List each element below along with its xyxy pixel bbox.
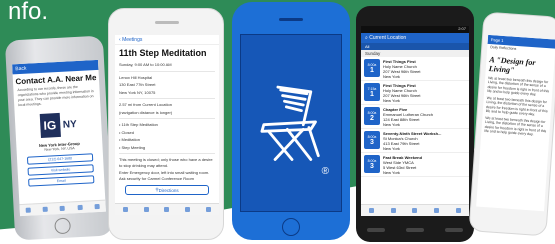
filter-bar[interactable]: All xyxy=(361,43,469,50)
banner-heading: nfo. xyxy=(8,0,49,25)
call-button[interactable]: (212) 647-1680 xyxy=(26,153,94,165)
meeting-title: 11th Step Meditation xyxy=(119,48,207,58)
intergroup-logo: IG NY xyxy=(28,108,89,141)
screen: Back Contact A.A. Near Me According to o… xyxy=(12,59,106,217)
tab-bar xyxy=(19,199,106,217)
tab-meetings[interactable] xyxy=(25,207,31,213)
meeting-tag: • Step Meeting xyxy=(119,144,146,150)
meeting-info: Fast Break Weekend West Side YMCA 5 West… xyxy=(383,155,423,175)
time-badge: 8:00a 3 xyxy=(364,155,380,173)
phone-meeting-list: 2:07 ⌕ Current Location All Sunday 8:00a… xyxy=(356,6,474,242)
phone-app-icon: ® xyxy=(232,2,350,240)
time-badge: 8:00a 1 xyxy=(364,59,380,77)
back-button[interactable]: Meetings xyxy=(122,37,142,43)
meeting-info: First Things First Holy Name Church 207 … xyxy=(383,59,421,79)
logo-mark: IG xyxy=(39,112,61,138)
tab-meetings[interactable] xyxy=(122,207,128,212)
home-button xyxy=(282,218,300,236)
folding-chair-icon xyxy=(245,73,339,167)
tab-settings[interactable] xyxy=(455,208,461,213)
list-item[interactable]: 8:00a 3 Fast Break Weekend West Side YMCA… xyxy=(361,153,469,177)
meeting-tag: • Meditation xyxy=(119,137,140,142)
phone-contact-screen: Back Contact A.A. Near Me According to o… xyxy=(4,35,114,241)
logo-text: NY xyxy=(62,118,78,131)
tab-bar xyxy=(361,204,469,216)
search-bar[interactable]: ⌕ Current Location xyxy=(361,33,469,43)
list-item[interactable]: 8:00a 1 First Things First Holy Name Chur… xyxy=(361,57,469,81)
intro-text: According to our records, these are the … xyxy=(17,84,94,108)
time-badge: 8:00a 3 xyxy=(364,131,380,149)
phone-meeting-detail: ‹ Meetings 11th Step Meditation Sunday, … xyxy=(108,8,224,240)
nav-bar: ‹ Meetings xyxy=(115,35,219,45)
registered-mark: ® xyxy=(321,166,329,177)
tab-books[interactable] xyxy=(185,207,191,212)
tab-settings[interactable] xyxy=(94,203,100,210)
meeting-note-2: Enter Emergency door, left into small wa… xyxy=(119,170,210,181)
day-header: Sunday xyxy=(361,50,469,57)
website-button[interactable]: Visit website xyxy=(27,164,94,176)
filter-label: All xyxy=(365,44,370,49)
speaker xyxy=(279,18,303,21)
screen: ® xyxy=(240,34,342,212)
distance-note: (navigation distance is longer) xyxy=(119,109,173,115)
menu-key[interactable] xyxy=(445,228,464,232)
phone-daily-reflection: Page 1 Daily Reflections A "Design for L… xyxy=(468,11,555,237)
back-key[interactable] xyxy=(366,228,385,232)
screen: 2:07 ⌕ Current Location All Sunday 8:00a… xyxy=(361,26,469,216)
list-item[interactable]: 7:15a 1 First Things First Holy Name Chur… xyxy=(361,81,469,105)
list-item[interactable]: 8:00a 3 Seventy-Ninth Street Worksh... St… xyxy=(361,129,469,153)
tab-daily[interactable] xyxy=(60,205,66,212)
email-button[interactable]: Email xyxy=(28,175,95,187)
address-line2: New York NY, 10075 xyxy=(119,89,156,95)
clock: 2:07 xyxy=(458,26,466,31)
location-name: Lenox Hill Hospital xyxy=(119,74,153,80)
back-button[interactable]: Back xyxy=(15,66,26,73)
meeting-info: First Things First Holy Name Church 207 … xyxy=(383,83,421,103)
divider xyxy=(119,98,215,99)
meeting-tag: • 11th Step Meditation xyxy=(119,122,158,127)
tab-bar xyxy=(115,203,219,215)
time-badge: 7:15a 1 xyxy=(364,83,380,101)
meeting-note: This meeting is closed; only those who h… xyxy=(119,157,213,168)
meeting-tag: • Closed xyxy=(119,129,134,135)
divider xyxy=(119,70,215,72)
tab-daily[interactable] xyxy=(412,208,418,213)
distance: 2.57 mi from Current Location xyxy=(119,102,172,107)
tab-meetings[interactable] xyxy=(369,208,375,213)
screen: Page 1 Daily Reflections A "Design for L… xyxy=(476,34,555,212)
tab-books[interactable] xyxy=(77,204,83,211)
screen: ‹ Meetings 11th Step Meditation Sunday, … xyxy=(115,35,219,215)
meeting-time: Sunday, 9:00 AM to 10:00 AM xyxy=(119,62,172,67)
nav-title: Page 1 xyxy=(490,37,504,43)
tab-contact[interactable] xyxy=(42,206,49,212)
list-item[interactable]: 8:00a 2 Chapter Five Emmanuel Lutheran Ch… xyxy=(361,105,469,129)
tab-settings[interactable] xyxy=(206,207,212,212)
divider xyxy=(119,153,215,154)
speaker xyxy=(155,21,179,24)
meeting-info: Seventy-Ninth Street Worksh... St Monica… xyxy=(383,131,442,151)
address-line1: 130 East 77th Street xyxy=(119,82,156,87)
divider xyxy=(119,118,215,119)
tab-daily[interactable] xyxy=(164,207,170,212)
status-bar: 2:07 xyxy=(361,26,469,33)
home-button xyxy=(54,217,72,235)
android-nav xyxy=(356,218,474,242)
meeting-info: Chapter Five Emmanuel Lutheran Church 12… xyxy=(383,107,434,127)
search-input[interactable]: Current Location xyxy=(369,35,406,41)
tab-books[interactable] xyxy=(434,208,440,213)
tab-contact[interactable] xyxy=(390,208,396,213)
tab-contact[interactable] xyxy=(143,207,149,212)
reflection-body-3: We at least two beneath this design for … xyxy=(484,115,547,137)
home-key[interactable] xyxy=(405,228,424,232)
time-badge: 8:00a 2 xyxy=(364,107,380,125)
directions-button[interactable]: ⚲ Directions xyxy=(125,185,209,195)
